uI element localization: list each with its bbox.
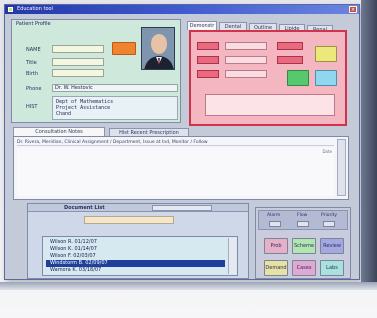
action-panel-header: Alarm Flow Priority: [258, 210, 348, 230]
name-field[interactable]: [52, 45, 104, 53]
notes-label: HIST: [26, 104, 38, 110]
document-search-input[interactable]: [84, 216, 174, 224]
list-item-selected[interactable]: Windstorm B. 02/09/07: [46, 260, 225, 267]
cyan-action-button[interactable]: [315, 70, 337, 86]
action-button-yellow[interactable]: Demand: [264, 260, 288, 276]
detail-value-3[interactable]: [225, 70, 267, 78]
window-title: Education tool: [17, 6, 53, 12]
patient-panel-header: Patient Profile: [16, 21, 51, 27]
detail-value-1[interactable]: [225, 42, 267, 50]
notes-box[interactable]: Dept of Mathematics Project Assistance C…: [52, 96, 178, 120]
status-badge[interactable]: [112, 42, 136, 55]
document-list-title: Document List: [64, 205, 105, 211]
detail-field-2[interactable]: [197, 56, 219, 64]
document-panel-header: Document List: [28, 204, 248, 212]
action-button-magenta[interactable]: Cases: [292, 260, 316, 276]
app-icon: [8, 7, 13, 12]
consultation-scrollbar[interactable]: [337, 139, 346, 196]
notes-line: Chand: [56, 111, 72, 117]
consultation-summary: Dr. Rivera, Meridian, Clinical Assignmen…: [17, 139, 334, 146]
title-label: Title: [26, 60, 37, 66]
document-panel: Document List Wilson R. 01/12/07 Wilson …: [27, 203, 249, 279]
flow-toggle[interactable]: [297, 221, 309, 227]
phone-field[interactable]: Dr. W. Hestovic: [52, 84, 178, 92]
green-action-button[interactable]: [287, 70, 309, 86]
detail-value-2[interactable]: [225, 56, 267, 64]
yellow-action-button[interactable]: [315, 46, 337, 62]
action-button-green[interactable]: Scheme: [292, 238, 316, 254]
tab-consultation-notes[interactable]: Consultation Notes: [13, 127, 105, 136]
detail-field-1[interactable]: [197, 42, 219, 50]
detail-panel: [189, 30, 347, 126]
monitor-bezel: [361, 0, 377, 290]
consultation-panel: Dr. Rivera, Meridian, Clinical Assignmen…: [13, 136, 349, 200]
detail-notes-area[interactable]: [205, 94, 335, 116]
alarm-label: Alarm: [267, 213, 281, 218]
priority-label: Priority: [321, 213, 338, 218]
close-button[interactable]: ×: [349, 6, 357, 13]
detail-side-1[interactable]: [277, 42, 303, 50]
action-button-pink[interactable]: Prob: [264, 238, 288, 254]
consultation-text-area[interactable]: [17, 148, 334, 196]
list-item[interactable]: Wamora K. 03/18/07: [46, 267, 225, 274]
portrait-image: [142, 28, 174, 69]
flow-label: Flow: [297, 213, 308, 218]
list-item[interactable]: Wilson F. 02/03/07: [46, 253, 225, 260]
monitor-bottom-edge: [0, 282, 377, 290]
title-field[interactable]: [52, 58, 104, 66]
document-list: Wilson R. 01/12/07 Wilson K. 01/14/07 Wi…: [42, 236, 238, 276]
action-panel: Alarm Flow Priority Prob Scheme Review D…: [255, 207, 351, 279]
phone-label: Phone: [26, 86, 42, 92]
app-window: Education tool × Patient Profile NAME Ti…: [4, 4, 360, 280]
priority-toggle[interactable]: [323, 221, 335, 227]
scroll-date-label: Date: [322, 149, 332, 154]
title-bar: Education tool ×: [5, 5, 359, 14]
document-filter-tab[interactable]: [152, 205, 212, 211]
alarm-toggle[interactable]: [269, 221, 281, 227]
birth-label: Birth: [26, 71, 39, 77]
tab-demonstr[interactable]: Demonstr: [187, 21, 217, 30]
action-button-teal[interactable]: Labs: [320, 260, 344, 276]
birth-field[interactable]: [52, 69, 104, 77]
detail-side-2[interactable]: [277, 56, 303, 64]
list-item[interactable]: Wilson R. 01/12/07: [46, 239, 225, 246]
detail-field-3[interactable]: [197, 70, 219, 78]
patient-photo: [141, 27, 175, 70]
list-item[interactable]: Wilson K. 01/14/07: [46, 246, 225, 253]
document-list-scrollbar[interactable]: [228, 238, 236, 274]
name-label: NAME: [26, 47, 41, 53]
action-button-blue[interactable]: Review: [320, 238, 344, 254]
